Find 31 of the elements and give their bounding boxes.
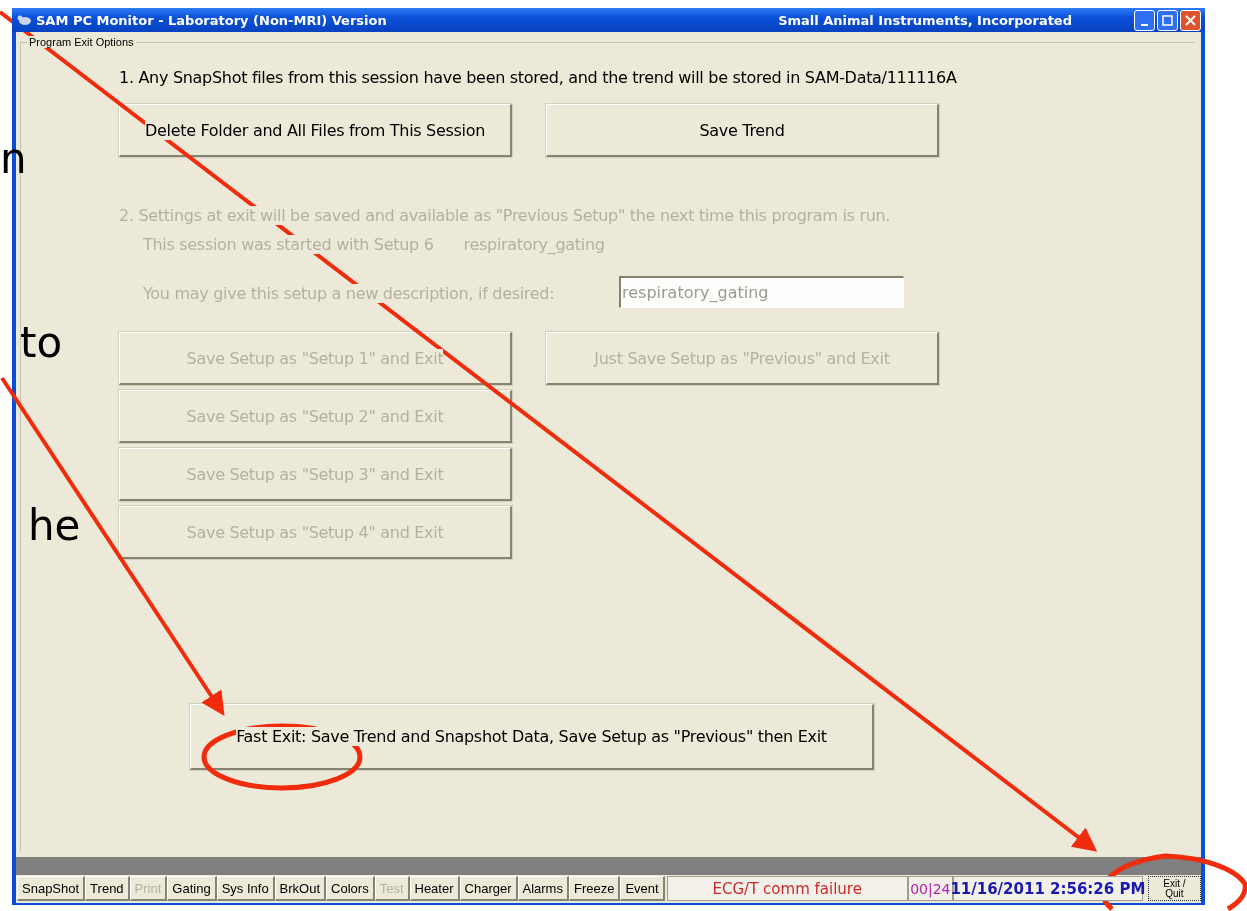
toolbar-button[interactable]: Gating (167, 876, 217, 901)
toolbar-button[interactable]: Colors (326, 876, 375, 901)
close-icon (1185, 14, 1196, 26)
company-name: Small Animal Instruments, Incorporated (778, 12, 1072, 28)
exit-quit-button[interactable]: Exit / Quit (1147, 876, 1201, 901)
status-message: ECG/T comm failure (666, 876, 908, 901)
toolbar-button[interactable]: Alarms (517, 876, 569, 901)
toolbar-button[interactable]: Trend (85, 876, 130, 901)
minimize-button[interactable] (1134, 9, 1155, 31)
maximize-button[interactable] (1157, 9, 1178, 31)
toolbar-button[interactable]: Charger (459, 876, 518, 901)
delete-session-button[interactable]: Delete Folder and All Files from This Session (119, 104, 512, 157)
toolbar-button[interactable]: Freeze (568, 876, 621, 901)
app-icon (16, 13, 32, 27)
setup-name-text: respiratory_gating (463, 235, 605, 254)
toolbar-button[interactable]: Event (620, 876, 665, 901)
toolbar-button[interactable]: BrkOut (274, 876, 327, 901)
setup-info-text: This session was started with Setup 6 (143, 235, 434, 254)
toolbar-button[interactable]: Heater (409, 876, 460, 901)
close-button[interactable] (1180, 9, 1201, 31)
window-title: SAM PC Monitor - Laboratory (Non-MRI) Version (36, 12, 388, 28)
group-label: Program Exit Options (27, 36, 136, 48)
toolbar-button[interactable]: Sys Info (216, 876, 275, 901)
slide-text: he (28, 505, 81, 547)
toolbar-button[interactable]: SnapShot (17, 876, 86, 901)
minimize-icon (1141, 23, 1148, 26)
slide-text: to (20, 322, 63, 364)
fast-exit-button[interactable]: Fast Exit: Save Trend and Snapshot Data, Save Setup as "Previous" then Exit (190, 704, 874, 770)
counter-display: 00|24 (907, 876, 953, 901)
maximize-icon (1162, 14, 1173, 26)
save-trend-button[interactable]: Save Trend (546, 104, 939, 157)
